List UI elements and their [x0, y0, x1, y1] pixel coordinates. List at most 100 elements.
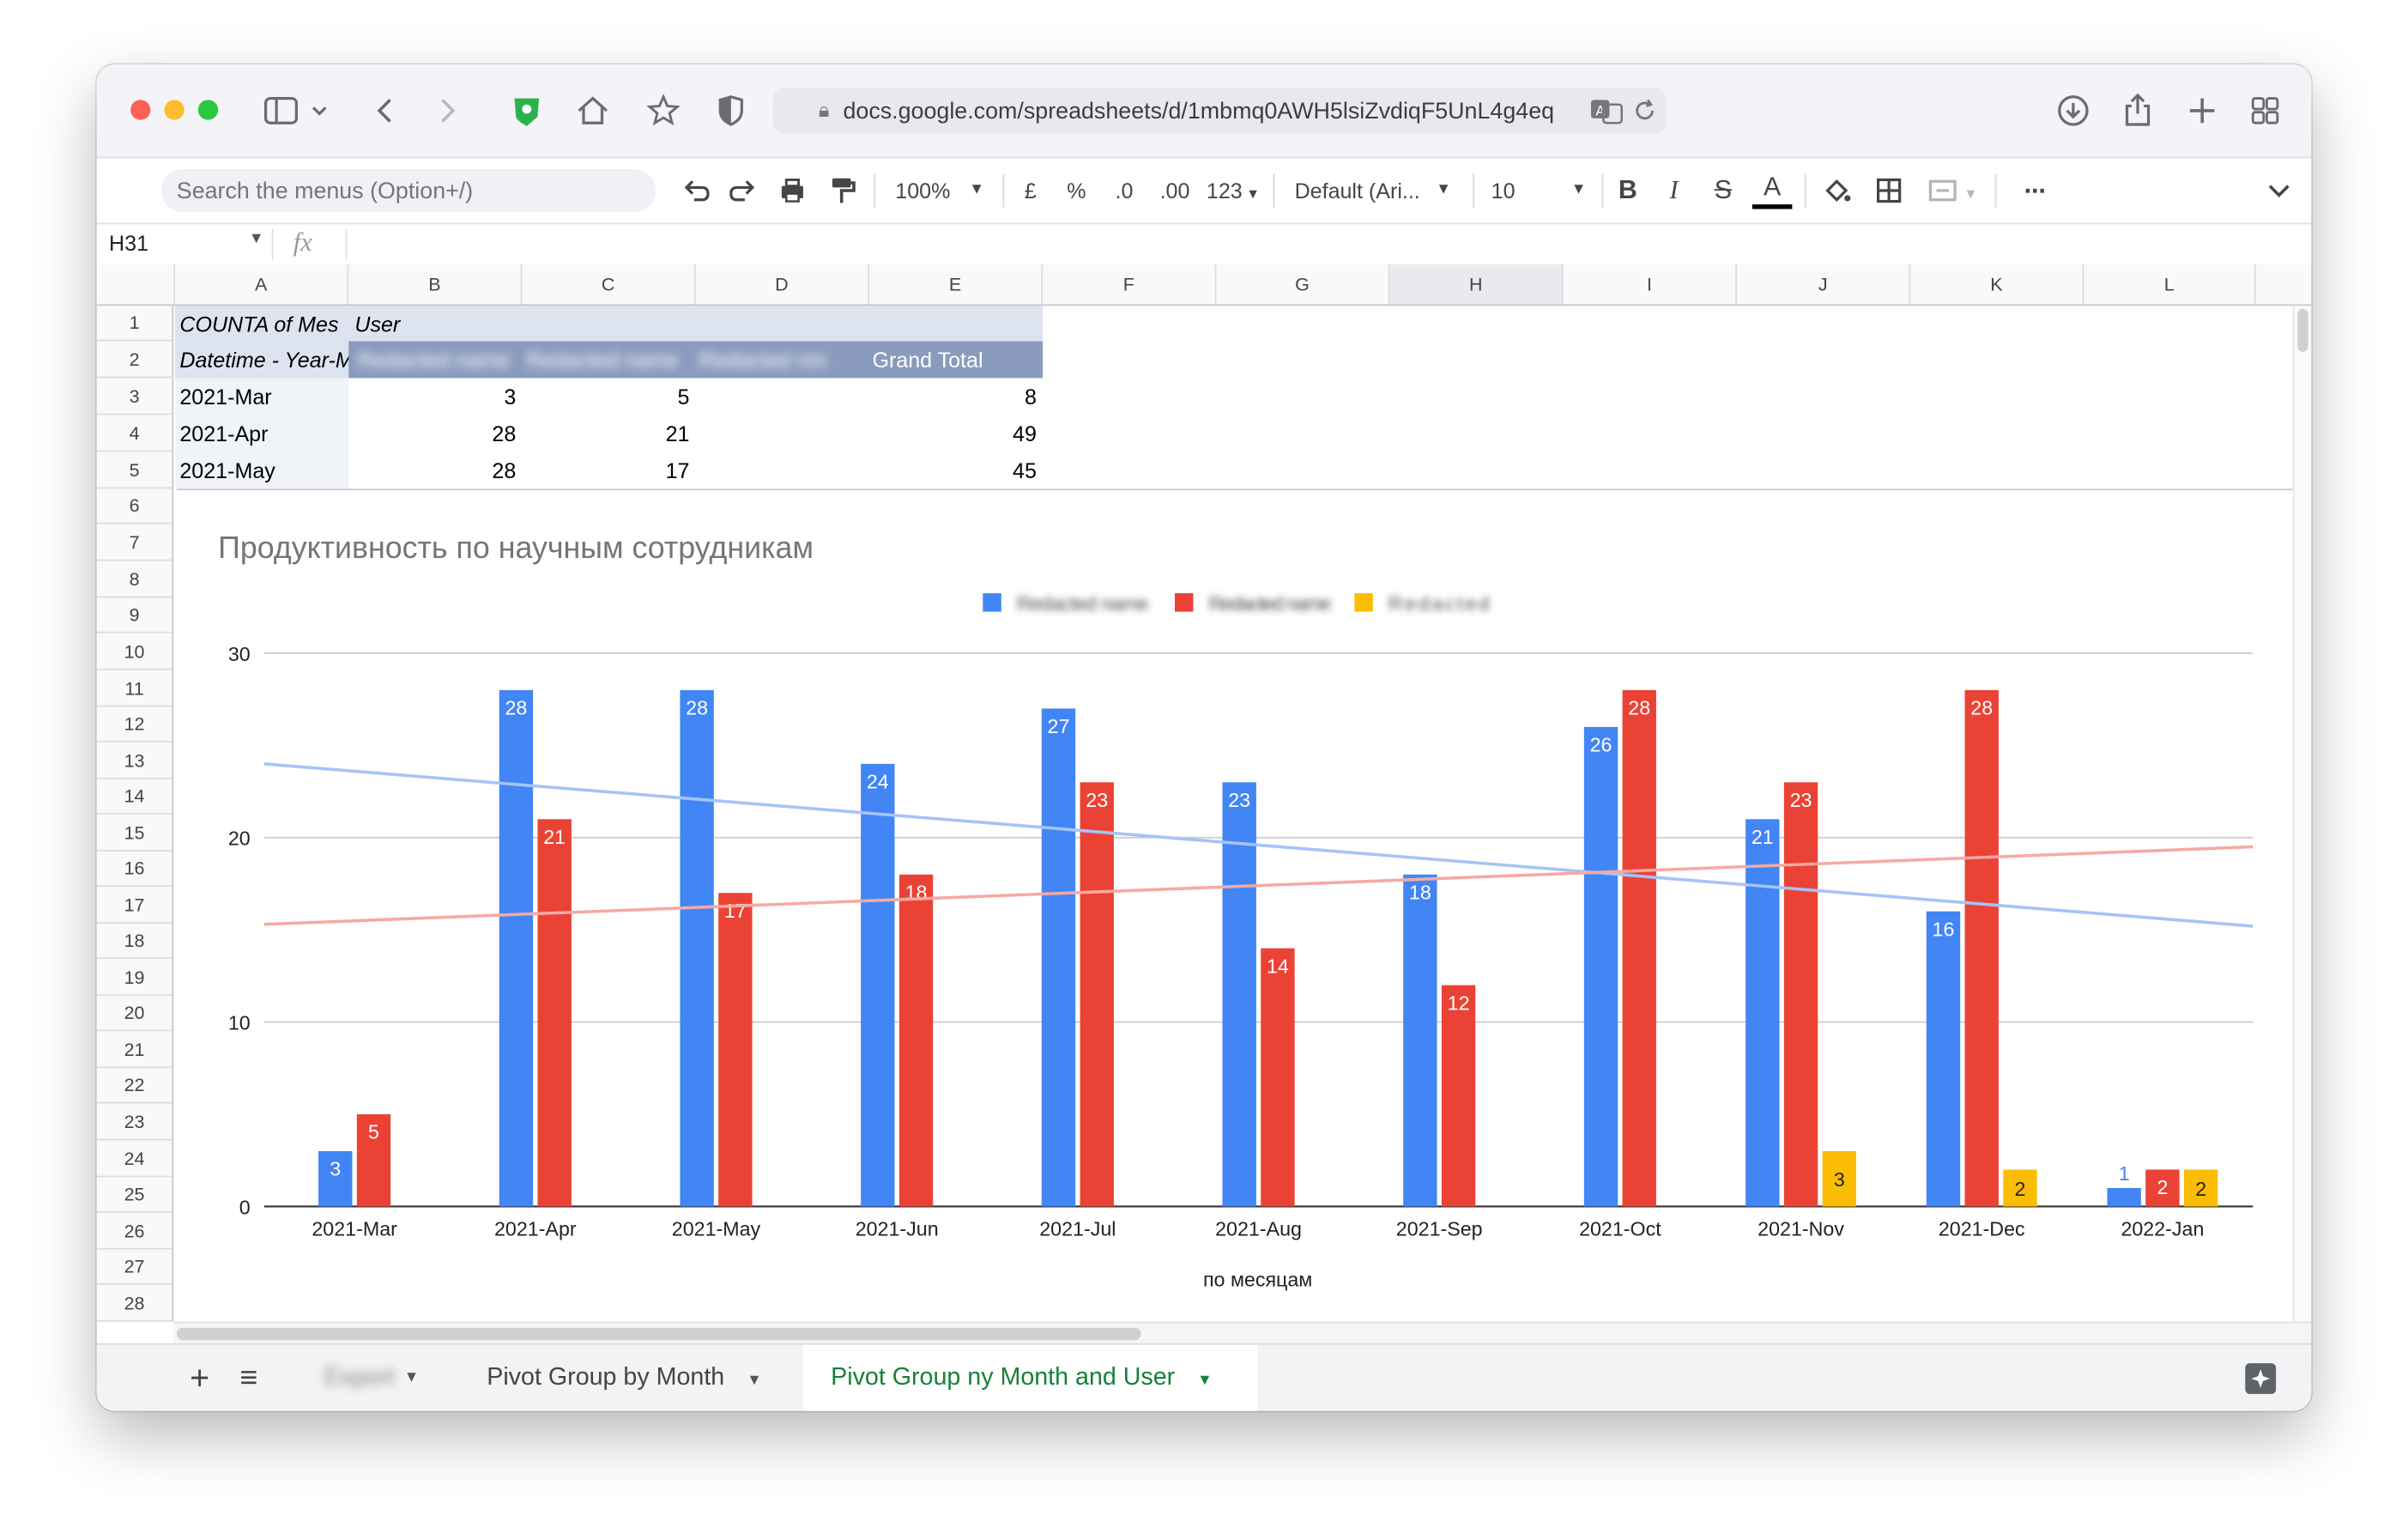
- pivot-total-cell[interactable]: 8: [869, 385, 1043, 409]
- redo-icon[interactable]: [723, 171, 764, 211]
- chevron-down-icon[interactable]: ▼: [249, 231, 264, 248]
- chevron-down-icon[interactable]: [306, 89, 333, 132]
- row-header-24[interactable]: 24: [96, 1140, 174, 1178]
- print-icon[interactable]: [772, 171, 813, 211]
- all-sheets-button[interactable]: ≡: [229, 1345, 269, 1411]
- row-header-21[interactable]: 21: [96, 1031, 174, 1069]
- star-icon[interactable]: [642, 89, 685, 132]
- row-header-14[interactable]: 14: [96, 779, 174, 815]
- pivot-value-cell[interactable]: 5: [522, 385, 695, 409]
- back-icon[interactable]: [364, 89, 407, 132]
- row-header-9[interactable]: 9: [96, 597, 174, 634]
- row-header-15[interactable]: 15: [96, 814, 174, 852]
- column-header-a[interactable]: A: [175, 264, 349, 305]
- column-header-i[interactable]: I: [1564, 264, 1737, 305]
- row-header-12[interactable]: 12: [96, 706, 174, 743]
- pivot-row-label[interactable]: Datetime - Year-Month: [179, 348, 348, 373]
- collapse-toolbar-icon[interactable]: [2262, 171, 2296, 211]
- row-header-22[interactable]: 22: [96, 1068, 174, 1104]
- row-header-19[interactable]: 19: [96, 959, 174, 997]
- decrease-decimals-button[interactable]: .0: [1104, 171, 1145, 211]
- address-bar[interactable]: 🔒︎ docs.google.com/spreadsheets/d/1mbmq0…: [772, 88, 1667, 134]
- minimize-window-button[interactable]: [164, 100, 185, 120]
- pivot-total-cell[interactable]: 49: [869, 421, 1043, 446]
- pivot-value-cell[interactable]: 21: [522, 421, 695, 446]
- pivot-row-label-cell[interactable]: 2021-Mar: [179, 385, 348, 409]
- font-size-select[interactable]: 10 ▼: [1491, 171, 1593, 211]
- vertical-scroll-thumb[interactable]: [2297, 308, 2308, 353]
- row-header-5[interactable]: 5: [96, 452, 174, 489]
- undo-icon[interactable]: [675, 171, 716, 211]
- pivot-value-cell[interactable]: 28: [348, 421, 522, 446]
- redacted-user-header[interactable]: Redacted name: [527, 348, 681, 373]
- redacted-user-header[interactable]: Redacted nm: [699, 348, 837, 373]
- column-header-g[interactable]: G: [1216, 264, 1390, 305]
- row-header-2[interactable]: 2: [96, 341, 174, 379]
- home-icon[interactable]: [572, 89, 614, 132]
- close-window-button[interactable]: [130, 100, 151, 120]
- merge-cells-icon[interactable]: ▼: [1918, 171, 1986, 211]
- reload-icon[interactable]: [1630, 95, 1661, 126]
- row-header-17[interactable]: 17: [96, 887, 174, 925]
- sidebar-icon[interactable]: [259, 89, 302, 132]
- paint-format-icon[interactable]: [821, 171, 862, 211]
- bar-chart[interactable]: Продуктивность по научным сотрудникам Red…: [176, 488, 2293, 1324]
- row-header-8[interactable]: 8: [96, 561, 174, 598]
- row-header-10[interactable]: 10: [96, 633, 174, 670]
- pivot-value-cell[interactable]: 17: [522, 458, 695, 483]
- tab-pivot-group-ny-month-and-user[interactable]: Pivot Group ny Month and User ▼: [802, 1344, 1258, 1411]
- strikethrough-button[interactable]: S: [1706, 171, 1739, 211]
- pivot-column-label[interactable]: User: [354, 312, 508, 336]
- column-header-j[interactable]: J: [1737, 264, 1911, 305]
- font-select[interactable]: Default (Ari... ▼: [1295, 171, 1458, 211]
- column-header-f[interactable]: F: [1043, 264, 1217, 305]
- pivot-value-label[interactable]: COUNTA of Mes: [179, 312, 348, 336]
- row-header-7[interactable]: 7: [96, 524, 174, 561]
- row-header-3[interactable]: 3: [96, 378, 174, 415]
- horizontal-scrollbar[interactable]: [173, 1321, 2312, 1345]
- row-header-27[interactable]: 27: [96, 1249, 174, 1285]
- share-icon[interactable]: [2116, 89, 2159, 132]
- select-all-corner[interactable]: [96, 264, 176, 305]
- column-header-e[interactable]: E: [869, 264, 1044, 305]
- formula-input[interactable]: [361, 231, 2266, 258]
- increase-decimals-button[interactable]: .00: [1153, 171, 1196, 211]
- column-header-d[interactable]: D: [696, 264, 869, 305]
- add-sheet-button[interactable]: +: [179, 1345, 220, 1411]
- pivot-value-cell[interactable]: 28: [348, 458, 522, 483]
- tab-export[interactable]: Export: [312, 1345, 407, 1411]
- vertical-scrollbar[interactable]: [2292, 306, 2312, 1322]
- more-formats-button[interactable]: 123 ▼: [1202, 171, 1264, 211]
- translate-icon[interactable]: A: [1589, 95, 1624, 126]
- text-color-button[interactable]: A: [1752, 171, 1793, 209]
- row-header-16[interactable]: 16: [96, 851, 174, 888]
- borders-icon[interactable]: [1869, 171, 1909, 211]
- italic-button[interactable]: I: [1657, 171, 1691, 211]
- menu-search-input[interactable]: [160, 168, 656, 213]
- currency-button[interactable]: £: [1015, 171, 1046, 211]
- redacted-user-header[interactable]: Redacted name: [358, 348, 511, 373]
- column-header-b[interactable]: B: [348, 264, 523, 305]
- forward-icon[interactable]: [426, 89, 469, 132]
- pivot-row-label-cell[interactable]: 2021-May: [179, 458, 348, 483]
- privacy-shield-icon[interactable]: [710, 89, 753, 132]
- row-header-20[interactable]: 20: [96, 996, 174, 1032]
- row-header-26[interactable]: 26: [96, 1212, 174, 1250]
- zoom-select[interactable]: 100% ▼: [889, 171, 996, 211]
- row-header-1[interactable]: 1: [96, 306, 174, 342]
- fill-color-icon[interactable]: [1817, 171, 1857, 211]
- explore-icon[interactable]: [2241, 1345, 2281, 1411]
- horizontal-scroll-thumb[interactable]: [176, 1327, 1141, 1341]
- column-header-l[interactable]: L: [2084, 264, 2256, 305]
- column-header-k[interactable]: K: [1910, 264, 2084, 305]
- column-header-c[interactable]: C: [522, 264, 696, 305]
- pivot-row-label-cell[interactable]: 2021-Apr: [179, 421, 348, 446]
- row-header-6[interactable]: 6: [96, 488, 174, 524]
- new-tab-icon[interactable]: [2181, 89, 2223, 132]
- row-header-28[interactable]: 28: [96, 1284, 174, 1322]
- percent-button[interactable]: %: [1062, 171, 1092, 211]
- grand-total-header[interactable]: Grand Total: [872, 348, 1043, 373]
- row-header-13[interactable]: 13: [96, 742, 174, 779]
- row-header-4[interactable]: 4: [96, 415, 174, 452]
- name-box[interactable]: H31: [109, 231, 148, 256]
